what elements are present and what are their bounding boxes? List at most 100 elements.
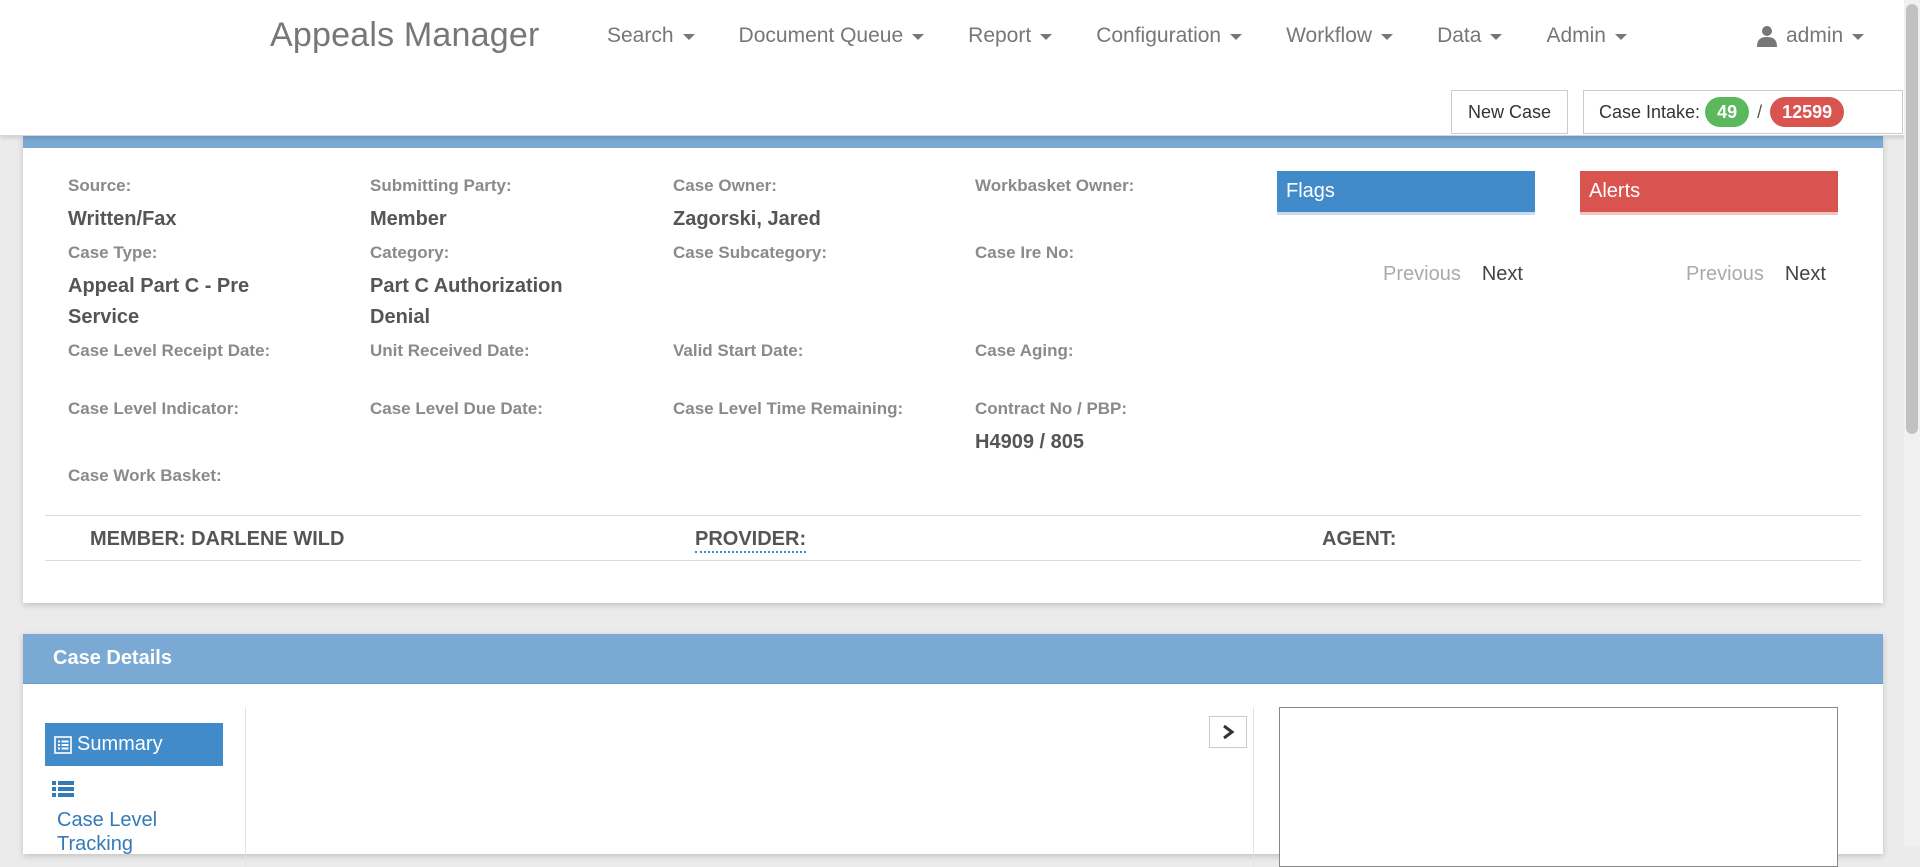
menu-report-label: Report — [968, 24, 1032, 47]
field-label: Contract No / PBP: — [975, 399, 1128, 418]
field-contract-no-pbp: Contract No / PBP: H4909 / 805 — [975, 399, 1275, 458]
caret-down-icon — [1614, 34, 1627, 40]
field-case-level-receipt-date: Case Level Receipt Date: — [68, 341, 368, 369]
field-label: Case Work Basket: — [68, 466, 222, 485]
field-value: Member — [370, 208, 447, 230]
caret-down-icon — [1852, 34, 1865, 40]
field-case-ire-no: Case Ire No: — [975, 243, 1275, 271]
field-source: Source: Written/Fax — [68, 176, 368, 235]
provider-link[interactable]: PROVIDER: — [695, 528, 807, 553]
chevron-right-icon — [1223, 724, 1235, 740]
case-header-panel: Source: Written/Fax Submitting Party: Me… — [23, 136, 1883, 603]
field-case-subcategory: Case Subcategory: — [673, 243, 973, 271]
parties-row: MEMBER: DARLENE WILD PROVIDER: AGENT: — [45, 515, 1861, 561]
field-label: Case Type: — [68, 243, 158, 262]
field-label: Case Ire No: — [975, 243, 1075, 262]
top-navbar: Appeals Manager Search Document Queue Re… — [0, 0, 1920, 136]
expand-button[interactable] — [1209, 716, 1247, 748]
agent-label: AGENT: — [1322, 528, 1397, 550]
content-divider — [1253, 707, 1254, 867]
field-label: Case Owner: — [673, 176, 777, 195]
menu-search-label: Search — [607, 24, 674, 47]
field-category: Category: Part C Authorization Denial — [370, 243, 600, 333]
intake-green-badge: 49 — [1705, 97, 1750, 127]
intake-red-badge: 12599 — [1770, 97, 1845, 127]
menu-document-queue-label: Document Queue — [738, 24, 904, 47]
alerts-previous-link[interactable]: Previous — [1686, 263, 1764, 286]
flags-previous-link[interactable]: Previous — [1383, 263, 1461, 286]
field-case-owner: Case Owner: Zagorski, Jared — [673, 176, 973, 235]
caret-down-icon — [1381, 34, 1394, 40]
caret-down-icon — [912, 34, 925, 40]
field-value: Part C Authorization Denial — [370, 275, 563, 328]
field-value: H4909 / 805 — [975, 431, 1084, 453]
menu-document-queue[interactable]: Document Queue — [739, 24, 925, 48]
caret-down-icon — [1490, 34, 1503, 40]
field-unit-received-date: Unit Received Date: — [370, 341, 670, 369]
alerts-panel-header[interactable]: Alerts — [1580, 171, 1838, 215]
member-label: MEMBER: DARLENE WILD — [90, 528, 345, 550]
menu-workflow[interactable]: Workflow — [1286, 24, 1394, 48]
user-name: admin — [1786, 24, 1844, 47]
field-label: Source: — [68, 176, 132, 195]
flags-next-link[interactable]: Next — [1482, 263, 1523, 286]
menu-search[interactable]: Search — [607, 24, 695, 48]
flags-panel-header[interactable]: Flags — [1277, 171, 1535, 215]
main-menu: Search Document Queue Report Configurati… — [607, 24, 1671, 48]
field-value: Written/Fax — [68, 208, 177, 230]
sidebar-divider — [245, 707, 246, 867]
user-menu[interactable]: admin — [1757, 24, 1865, 48]
alerts-pager: Previous Next — [1686, 263, 1826, 286]
menu-admin-label: Admin — [1546, 24, 1606, 47]
menu-configuration-label: Configuration — [1096, 24, 1222, 47]
field-case-level-time-remaining: Case Level Time Remaining: — [673, 399, 973, 427]
scrollbar-thumb[interactable] — [1906, 4, 1918, 434]
field-value: Zagorski, Jared — [673, 208, 821, 230]
field-workbasket-owner: Workbasket Owner: — [975, 176, 1275, 204]
caret-down-icon — [1040, 34, 1053, 40]
menu-workflow-label: Workflow — [1286, 24, 1373, 47]
field-case-work-basket: Case Work Basket: — [68, 466, 368, 494]
field-label: Case Aging: — [975, 341, 1074, 360]
sidebar-item-summary-label: Summary — [77, 733, 163, 755]
case-details-header: Case Details — [23, 634, 1883, 684]
field-label: Unit Received Date: — [370, 341, 530, 360]
field-case-level-due-date: Case Level Due Date: — [370, 399, 670, 427]
case-intake-button[interactable]: Case Intake: 49 / 12599 — [1583, 90, 1903, 134]
field-case-type: Case Type: Appeal Part C - Pre Service — [68, 243, 298, 333]
field-label: Case Level Indicator: — [68, 399, 240, 418]
brand-title[interactable]: Appeals Manager — [270, 16, 540, 55]
field-case-level-indicator: Case Level Indicator: — [68, 399, 368, 427]
field-value: Appeal Part C - Pre Service — [68, 275, 250, 328]
field-label: Case Subcategory: — [673, 243, 827, 262]
caret-down-icon — [1230, 34, 1243, 40]
sidebar-item-summary[interactable]: Summary — [45, 723, 223, 766]
menu-report[interactable]: Report — [968, 24, 1053, 48]
menu-configuration[interactable]: Configuration — [1096, 24, 1243, 48]
case-intake-label: Case Intake: — [1599, 101, 1701, 122]
caret-down-icon — [682, 34, 695, 40]
field-label: Category: — [370, 243, 450, 262]
menu-data[interactable]: Data — [1437, 24, 1503, 48]
field-label: Case Level Time Remaining: — [673, 399, 904, 418]
list-icon[interactable] — [52, 780, 74, 798]
new-case-button[interactable]: New Case — [1451, 90, 1568, 134]
field-valid-start-date: Valid Start Date: — [673, 341, 973, 369]
field-case-aging: Case Aging: — [975, 341, 1275, 369]
menu-admin[interactable]: Admin — [1546, 24, 1627, 48]
menu-data-label: Data — [1437, 24, 1482, 47]
detail-content-box — [1279, 707, 1838, 867]
sidebar-item-case-level-tracking[interactable]: Case Level Tracking — [57, 808, 207, 856]
field-label: Case Level Due Date: — [370, 399, 543, 418]
user-icon — [1757, 26, 1777, 47]
field-label: Case Level Receipt Date: — [68, 341, 271, 360]
case-details-panel: Case Details Summary Case Level Tracking — [23, 634, 1883, 867]
field-label: Submitting Party: — [370, 176, 512, 195]
field-submitting-party: Submitting Party: Member — [370, 176, 670, 235]
intake-separator: / — [1757, 101, 1763, 122]
alerts-next-link[interactable]: Next — [1785, 263, 1826, 286]
field-label: Valid Start Date: — [673, 341, 804, 360]
flags-pager: Previous Next — [1383, 263, 1523, 286]
field-label: Workbasket Owner: — [975, 176, 1135, 195]
list-alt-icon — [54, 735, 72, 754]
